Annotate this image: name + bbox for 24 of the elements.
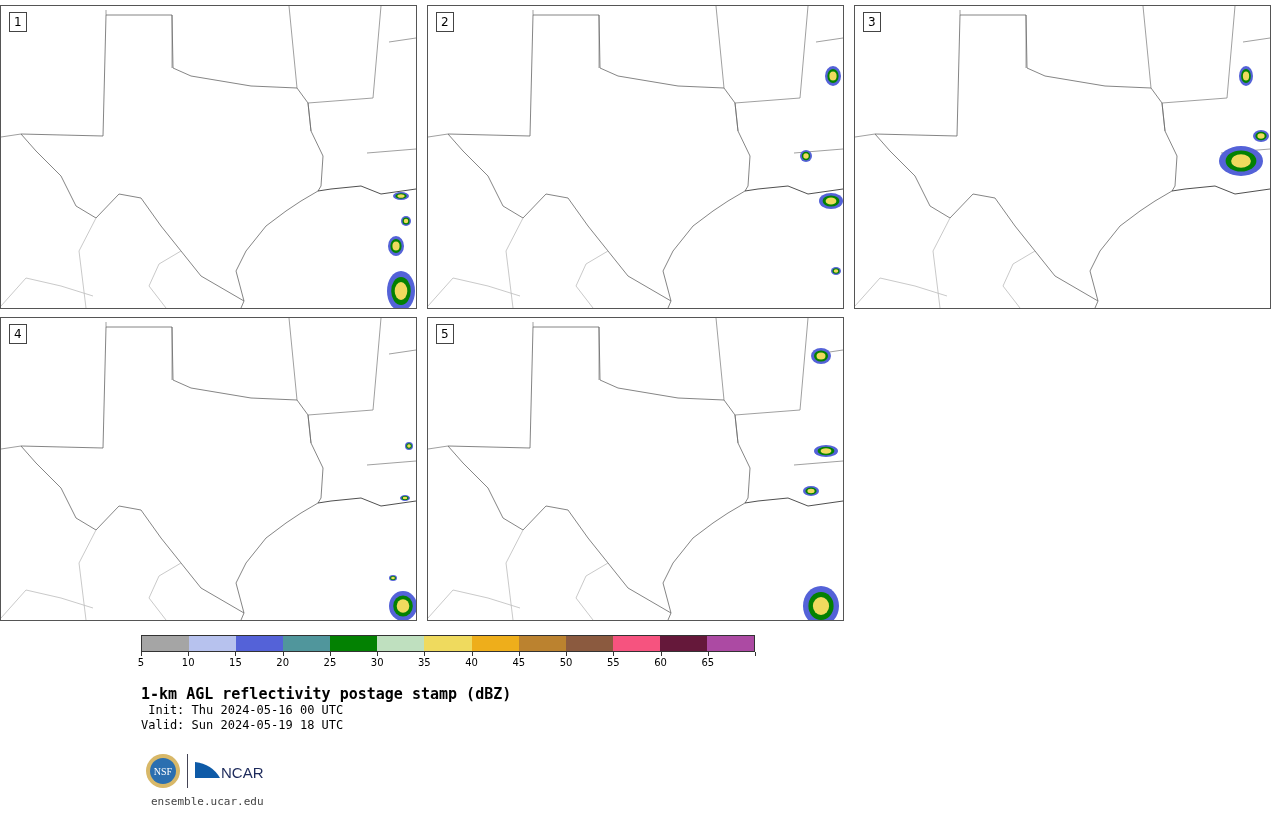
init-time: Init: Thu 2024-05-16 00 UTC: [147, 703, 345, 718]
colorbar-tick-label: 40: [465, 657, 478, 668]
colorbar-tick-label: 45: [512, 657, 526, 668]
ncar-logo: NCAR: [194, 758, 268, 784]
colorbar-tick-label: 10: [181, 657, 195, 668]
panel-label: 2: [436, 12, 454, 32]
colorbar-tick-label: 15: [229, 657, 242, 668]
panel-label: 4: [9, 324, 27, 344]
colorbar-tick-label: 5: [137, 657, 145, 668]
panel-label: 1: [9, 12, 27, 32]
nsf-logo: NSF: [145, 753, 181, 789]
chart-title: 1-km AGL reflectivity postage stamp (dBZ): [141, 685, 513, 703]
colorbar-tick-label: 30: [370, 657, 384, 668]
colorbar-tick-label: 60: [654, 657, 667, 668]
colorbar-tick-label: 50: [559, 657, 573, 668]
panel-label: 5: [436, 324, 454, 344]
website-url: ensemble.ucar.edu: [151, 795, 265, 808]
colorbar-tick-label: 25: [323, 657, 337, 668]
valid-time: Valid: Sun 2024-05-19 18 UTC: [141, 718, 345, 733]
panel-label: 3: [863, 12, 881, 32]
colorbar-tick-label: 65: [701, 657, 715, 668]
colorbar-tick-label: 35: [418, 657, 431, 668]
colorbar-tick-label: 20: [276, 657, 290, 668]
colorbar-tick-label: 55: [606, 657, 620, 668]
